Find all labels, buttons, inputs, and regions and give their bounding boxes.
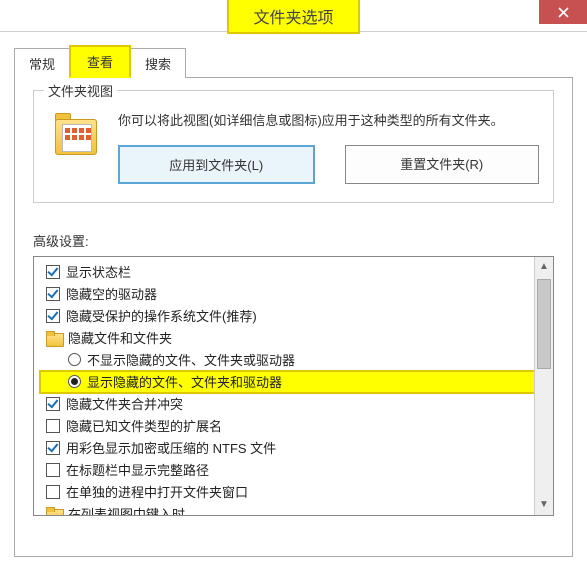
tree-row[interactable]: 显示隐藏的文件、文件夹和驱动器 bbox=[40, 371, 549, 393]
tree-row[interactable]: 隐藏已知文件类型的扩展名 bbox=[40, 415, 549, 437]
tree-row[interactable]: 在单独的进程中打开文件夹窗口 bbox=[40, 481, 549, 503]
tree-row[interactable]: 隐藏空的驱动器 bbox=[40, 283, 549, 305]
tree-row[interactable]: 在列表视图中键入时 bbox=[40, 503, 549, 516]
close-icon bbox=[558, 7, 569, 18]
folder-views-label: 文件夹视图 bbox=[44, 81, 117, 100]
tree-row-label: 显示状态栏 bbox=[66, 262, 131, 281]
tree-row-label: 隐藏文件和文件夹 bbox=[68, 328, 172, 347]
folder-icon bbox=[46, 331, 62, 345]
tree-row[interactable]: 在标题栏中显示完整路径 bbox=[40, 459, 549, 481]
tree-row[interactable]: 隐藏文件和文件夹 bbox=[40, 327, 549, 349]
scroll-thumb[interactable] bbox=[537, 279, 551, 369]
titlebar: 文件夹选项 bbox=[0, 0, 587, 32]
tree-row-label: 隐藏空的驱动器 bbox=[66, 284, 157, 303]
folder-views-description: 你可以将此视图(如详细信息或图标)应用于这种类型的所有文件夹。 bbox=[118, 111, 539, 131]
checkbox[interactable] bbox=[46, 265, 60, 279]
tab-view[interactable]: 查看 bbox=[69, 45, 131, 78]
tab-search[interactable]: 搜索 bbox=[130, 48, 186, 78]
checkbox[interactable] bbox=[46, 287, 60, 301]
tree-row[interactable]: 用彩色显示加密或压缩的 NTFS 文件 bbox=[40, 437, 549, 459]
checkbox[interactable] bbox=[46, 485, 60, 499]
checkbox[interactable] bbox=[46, 309, 60, 323]
folder-large-icon bbox=[48, 111, 104, 184]
tree-row-label: 不显示隐藏的文件、文件夹或驱动器 bbox=[87, 350, 295, 369]
tree-row[interactable]: 显示状态栏 bbox=[40, 261, 549, 283]
advanced-settings-label: 高级设置: bbox=[33, 231, 554, 250]
tree-row-label: 在标题栏中显示完整路径 bbox=[66, 460, 209, 479]
tree-row-label: 在单独的进程中打开文件夹窗口 bbox=[66, 482, 248, 501]
tree-row[interactable]: 不显示隐藏的文件、文件夹或驱动器 bbox=[40, 349, 549, 371]
tab-general[interactable]: 常规 bbox=[14, 48, 70, 78]
folder-views-group: 文件夹视图 你可以将此视图(如详细信息或图标)应用于这种类型的所有文件夹。 应用… bbox=[33, 90, 554, 203]
tree-row-label: 用彩色显示加密或压缩的 NTFS 文件 bbox=[66, 438, 276, 457]
apply-to-folders-button[interactable]: 应用到文件夹(L) bbox=[118, 145, 315, 184]
checkbox[interactable] bbox=[46, 441, 60, 455]
tab-panel-view: 文件夹视图 你可以将此视图(如详细信息或图标)应用于这种类型的所有文件夹。 应用… bbox=[14, 77, 573, 557]
tree-row-label: 在列表视图中键入时 bbox=[68, 504, 185, 516]
reset-folders-button[interactable]: 重置文件夹(R) bbox=[345, 145, 540, 184]
scroll-up-arrow[interactable]: ▲ bbox=[535, 257, 553, 277]
tree-row-label: 显示隐藏的文件、文件夹和驱动器 bbox=[87, 372, 282, 391]
checkbox[interactable] bbox=[46, 419, 60, 433]
folder-icon bbox=[46, 507, 62, 516]
radio[interactable] bbox=[68, 353, 81, 366]
scroll-down-arrow[interactable]: ▼ bbox=[535, 495, 553, 515]
window-title: 文件夹选项 bbox=[227, 0, 359, 34]
tree-row-label: 隐藏受保护的操作系统文件(推荐) bbox=[66, 306, 257, 325]
tabs: 常规 查看 搜索 bbox=[14, 44, 573, 77]
tree-row-label: 隐藏已知文件类型的扩展名 bbox=[66, 416, 222, 435]
checkbox[interactable] bbox=[46, 463, 60, 477]
scrollbar[interactable]: ▲ ▼ bbox=[534, 257, 553, 515]
tree-row-label: 隐藏文件夹合并冲突 bbox=[66, 394, 183, 413]
tree-row[interactable]: 隐藏文件夹合并冲突 bbox=[40, 393, 549, 415]
dialog-body: 常规 查看 搜索 文件夹视图 你可以将此视图(如详细信息或图标)应用于这种类型的… bbox=[0, 32, 587, 557]
close-button[interactable] bbox=[539, 0, 587, 24]
advanced-settings-tree[interactable]: 显示状态栏隐藏空的驱动器隐藏受保护的操作系统文件(推荐) 隐藏文件和文件夹不显示隐… bbox=[33, 256, 554, 516]
checkbox[interactable] bbox=[46, 397, 60, 411]
tree-row[interactable]: 隐藏受保护的操作系统文件(推荐) bbox=[40, 305, 549, 327]
radio[interactable] bbox=[68, 375, 81, 388]
